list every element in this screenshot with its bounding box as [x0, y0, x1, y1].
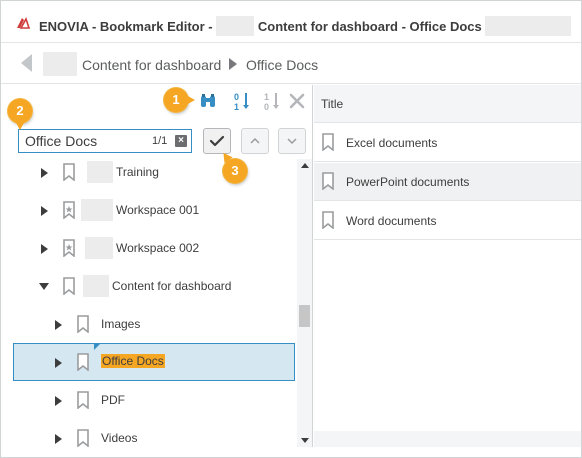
redacted-block — [81, 199, 113, 221]
list-item-excel-documents[interactable]: Excel documents — [314, 124, 581, 162]
callout-badge-1: 1 — [164, 88, 188, 112]
bookmark-content-panel: Title Excel documents PowerPoint documen… — [314, 85, 581, 447]
chevron-down-icon — [287, 138, 297, 145]
bookmark-icon — [322, 172, 334, 190]
bookmark-icon — [77, 353, 89, 371]
collapse-arrow-icon[interactable] — [39, 283, 49, 290]
expand-arrow-icon[interactable] — [41, 244, 48, 254]
chevron-up-icon — [250, 137, 260, 144]
tree-item-label: Content for dashboard — [112, 279, 232, 293]
scrollbar-thumb[interactable] — [299, 305, 310, 327]
previous-match-button[interactable] — [241, 128, 269, 154]
window-title: ENOVIA - Bookmark Editor - Content for d… — [39, 16, 572, 36]
tree-item-workspace-002[interactable]: Workspace 002 — [1, 230, 297, 268]
bookmark-workspace-icon — [63, 239, 75, 257]
svg-text:1: 1 — [234, 102, 239, 111]
next-match-button[interactable] — [278, 128, 306, 154]
tree-item-label: Workspace 001 — [116, 203, 200, 217]
expand-arrow-icon[interactable] — [41, 168, 48, 178]
scroll-down-arrow-icon[interactable] — [301, 438, 309, 443]
bookmark-icon — [63, 163, 75, 181]
tree-item-label: PDF — [101, 393, 125, 407]
sort-descending-icon[interactable]: 1 0 — [263, 91, 281, 111]
svg-text:0: 0 — [264, 102, 269, 111]
redacted-block — [87, 161, 113, 183]
tree-item-label: Videos — [101, 431, 138, 445]
breadcrumb-separator-icon — [229, 58, 237, 70]
sort-ascending-icon[interactable]: 0 1 — [233, 91, 251, 111]
tree-item-content-for-dashboard[interactable]: Content for dashboard — [1, 268, 297, 306]
breadcrumb-item-office-docs[interactable]: Office Docs — [246, 57, 318, 73]
redacted-block — [43, 52, 77, 76]
tree-item-pdf[interactable]: PDF — [1, 382, 297, 420]
search-input[interactable] — [25, 133, 145, 149]
callout-badge-3: 3 — [223, 159, 247, 183]
expand-arrow-icon[interactable] — [55, 396, 62, 406]
binoculars-icon[interactable] — [199, 93, 217, 109]
list-item-label: PowerPoint documents — [346, 175, 470, 189]
tree-item-label: Office Docs — [101, 354, 165, 368]
list-item-label: Word documents — [346, 214, 437, 228]
tree-item-training[interactable]: Training — [1, 159, 297, 192]
redacted-block — [83, 275, 109, 297]
breadcrumb: Content for dashboard Office Docs — [1, 44, 581, 84]
close-icon[interactable] — [288, 92, 306, 110]
horizontal-scrollbar[interactable] — [314, 431, 581, 447]
list-item-label: Excel documents — [346, 136, 438, 150]
title-bar: ENOVIA - Bookmark Editor - Content for d… — [1, 1, 581, 43]
breadcrumb-item-content-for-dashboard[interactable]: Content for dashboard — [82, 57, 221, 73]
bookmark-icon — [77, 315, 89, 333]
column-header-label: Title — [321, 97, 344, 111]
redacted-block — [485, 16, 572, 36]
callout-pointer — [186, 95, 195, 105]
tree-item-label: Images — [101, 317, 141, 331]
column-header-title[interactable]: Title — [314, 85, 581, 123]
redacted-block — [216, 16, 255, 36]
bookmark-icon — [322, 133, 334, 151]
list-item-powerpoint-documents[interactable]: PowerPoint documents — [314, 163, 581, 201]
window-title-prefix: ENOVIA - Bookmark Editor - — [39, 19, 213, 34]
bookmark-tree-panel: 0 1 1 0 1/1 × — [1, 85, 313, 447]
close-box-icon[interactable]: × — [175, 135, 187, 147]
svg-text:1: 1 — [264, 92, 269, 102]
expand-arrow-icon[interactable] — [55, 358, 62, 368]
3ds-logo-icon — [17, 17, 31, 29]
tree-item-label: Training — [116, 165, 159, 179]
bookmark-icon — [63, 277, 75, 295]
expand-arrow-icon[interactable] — [55, 320, 62, 330]
redacted-block — [85, 237, 113, 259]
tree-item-videos[interactable]: Videos — [1, 420, 297, 447]
tree-item-images[interactable]: Images — [1, 306, 297, 344]
bookmark-icon — [322, 211, 334, 229]
tree-item-office-docs[interactable]: Office Docs — [13, 343, 295, 381]
callout-badge-2: 2 — [8, 99, 32, 123]
bookmark-icon — [77, 429, 89, 447]
svg-text:0: 0 — [234, 92, 239, 102]
bookmark-tree: Training Workspace 001 Workspace 002 Con… — [1, 159, 297, 447]
window-title-main: Content for dashboard - Office Docs — [257, 19, 482, 34]
search-match-count: 1/1 — [152, 135, 168, 147]
bookmark-icon — [77, 391, 89, 409]
tree-scrollbar[interactable] — [297, 159, 312, 447]
callout-pointer — [15, 121, 25, 130]
bookmark-workspace-icon — [63, 201, 75, 219]
search-field[interactable]: 1/1 × — [18, 129, 192, 153]
expand-arrow-icon[interactable] — [55, 434, 62, 444]
scroll-up-arrow-icon[interactable] — [301, 163, 309, 168]
expand-arrow-icon[interactable] — [41, 206, 48, 216]
back-arrow-icon[interactable] — [21, 54, 32, 72]
selection-marker-icon — [94, 344, 100, 350]
tree-item-label: Workspace 002 — [116, 241, 200, 255]
list-item-word-documents[interactable]: Word documents — [314, 202, 581, 240]
bookmark-editor-window: ENOVIA - Bookmark Editor - Content for d… — [0, 0, 582, 458]
tree-item-workspace-001[interactable]: Workspace 001 — [1, 192, 297, 230]
